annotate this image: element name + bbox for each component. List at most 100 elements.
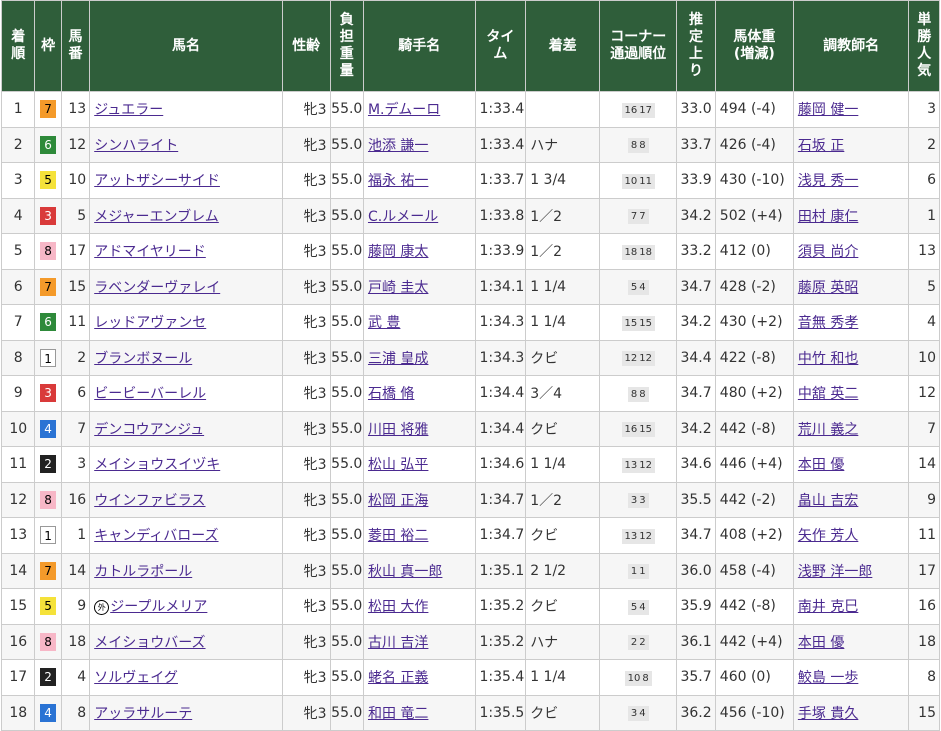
trainer-link[interactable]: 石坂 正 [798, 138, 844, 154]
jockey-link[interactable]: 松山 弘平 [368, 457, 428, 473]
race-time: 1:33.9 [474, 233, 527, 270]
header-waku: 枠 [34, 0, 62, 92]
trainer-link[interactable]: 中舘 英二 [798, 386, 858, 402]
horse-name-link[interactable]: カトルラポール [94, 564, 192, 580]
last-3f: 34.2 [676, 304, 716, 341]
race-time: 1:34.6 [474, 446, 527, 483]
margin [525, 91, 601, 128]
body-weight: 442 (+4) [714, 623, 794, 660]
popularity: 13 [908, 233, 940, 270]
header-text: 定 [689, 29, 704, 45]
jockey-link[interactable]: 藤岡 康太 [368, 244, 428, 260]
finish-position: 13 [0, 517, 36, 554]
jockey-link[interactable]: 武 豊 [368, 315, 400, 331]
horse-name-link[interactable]: デンコウアンジュ [94, 422, 204, 438]
trainer-link[interactable]: 須貝 尚介 [798, 244, 858, 260]
jockey-link[interactable]: 和田 竜二 [368, 706, 428, 722]
waku-badge: 6 [40, 313, 57, 332]
jockey-link[interactable]: 石橋 脩 [368, 386, 414, 402]
popularity: 6 [908, 162, 940, 199]
trainer-link[interactable]: 矢作 芳人 [798, 528, 858, 544]
race-time: 1:33.4 [474, 91, 527, 128]
trainer-link[interactable]: 手塚 貴久 [798, 706, 858, 722]
jockey-link[interactable]: C.ルメール [368, 209, 438, 225]
trainer-link[interactable]: 畠山 吉宏 [798, 493, 858, 509]
trainer-link[interactable]: 浅見 秀一 [798, 173, 858, 189]
jockey-link[interactable]: 松岡 正海 [368, 493, 428, 509]
sex-age: 牝3 [281, 659, 331, 696]
header-label: 推定上り [689, 12, 703, 80]
corner-position: 4 [639, 601, 646, 613]
jockey-link[interactable]: 池添 謙一 [368, 138, 428, 154]
last-3f: 34.7 [676, 375, 716, 412]
trainer-link[interactable]: 荒川 義之 [798, 422, 858, 438]
horse-name-link[interactable]: メイショウスイヅキ [94, 457, 220, 473]
jockey-link[interactable]: 松田 大作 [368, 599, 428, 615]
corner-position: 8 [630, 388, 638, 400]
horse-name-link[interactable]: ソルヴェイグ [94, 670, 178, 686]
waku-cell: 8 [34, 233, 62, 270]
table-row: 2 6 12 シンハライト 牝3 55.0 池添 謙一 1:33.4 ハナ 8 8 33.7 426 (… [0, 126, 940, 163]
horse-name-cell: メイショウスイヅキ [89, 446, 283, 483]
jockey-link[interactable]: 蛯名 正義 [368, 670, 428, 686]
trainer-link[interactable]: 本田 優 [798, 635, 844, 651]
header-last3f: 推定上り [676, 0, 716, 92]
horse-name-link[interactable]: ラベンダーヴァレイ [94, 280, 220, 296]
horse-name-link[interactable]: メジャーエンブレム [94, 209, 219, 225]
horse-name-link[interactable]: レッドアヴァンセ [94, 315, 206, 331]
jockey-link[interactable]: 川田 将雅 [368, 422, 428, 438]
horse-name-link[interactable]: ウインファビラス [94, 493, 205, 509]
trainer-link[interactable]: 鮫島 一歩 [798, 670, 858, 686]
trainer-link[interactable]: 音無 秀孝 [798, 315, 858, 331]
header-text: 馬体重 [733, 29, 776, 45]
last-3f: 35.7 [676, 659, 716, 696]
corner-cell: 15 15 [599, 304, 678, 341]
horse-name-cell: メイショウバーズ [89, 623, 283, 660]
horse-name-link[interactable]: シンハライト [94, 138, 178, 154]
horse-name-cell: アットザシーサイド [89, 162, 283, 199]
trainer-link[interactable]: 浅野 洋一郎 [798, 564, 872, 580]
sex-age: 牝3 [281, 339, 331, 376]
body-weight: 494 (-4) [714, 91, 794, 128]
horse-name-link[interactable]: アドマイヤリード [94, 244, 206, 260]
horse-number: 1 [60, 517, 91, 554]
trainer-cell: 本田 優 [792, 623, 910, 660]
sex-age: 牝3 [281, 91, 331, 128]
jockey-cell: M.デムーロ [362, 91, 476, 128]
trainer-link[interactable]: 本田 優 [798, 457, 844, 473]
trainer-link[interactable]: 藤原 英昭 [798, 280, 858, 296]
trainer-link[interactable]: 中竹 和也 [798, 351, 858, 367]
header-text: 通過順位 [610, 46, 667, 62]
trainer-link[interactable]: 南井 克巳 [798, 599, 858, 615]
jockey-link[interactable]: 古川 吉洋 [368, 635, 428, 651]
waku-badge: 4 [40, 419, 57, 438]
sex-age: 牝3 [281, 517, 331, 554]
horse-name-link[interactable]: メイショウバーズ [94, 635, 205, 651]
sex-age: 牝3 [281, 694, 331, 731]
trainer-link[interactable]: 田村 康仁 [798, 209, 858, 225]
race-time: 1:33.4 [474, 126, 527, 163]
jockey-link[interactable]: 秋山 真一郎 [368, 564, 442, 580]
horse-name-link[interactable]: ビービーバーレル [94, 386, 206, 402]
sex-age: 牝3 [281, 162, 331, 199]
corner-position: 8 [642, 672, 649, 684]
horse-name-link[interactable]: アッラサルーテ [94, 706, 192, 722]
jockey-link[interactable]: 福永 祐一 [368, 173, 428, 189]
popularity: 16 [908, 588, 940, 625]
horse-name-link[interactable]: ジープルメリア [110, 599, 207, 615]
carried-weight: 55.0 [329, 410, 364, 447]
horse-name-link[interactable]: アットザシーサイド [94, 173, 220, 189]
header-weight: 負担重量 [329, 0, 364, 92]
jockey-link[interactable]: M.デムーロ [368, 102, 440, 118]
jockey-link[interactable]: 菱田 裕二 [368, 528, 428, 544]
horse-name-link[interactable]: キャンディバローズ [94, 528, 218, 544]
trainer-link[interactable]: 藤岡 健一 [798, 102, 858, 118]
horse-name-link[interactable]: ジュエラー [94, 102, 163, 118]
waku-badge: 2 [40, 668, 57, 687]
jockey-link[interactable]: 戸崎 圭太 [368, 280, 428, 296]
last-3f: 33.9 [676, 162, 716, 199]
horse-name-link[interactable]: ブランボヌール [94, 351, 192, 367]
popularity: 5 [908, 268, 940, 305]
corner-cell: 16 17 [599, 91, 678, 128]
jockey-link[interactable]: 三浦 皇成 [368, 351, 428, 367]
